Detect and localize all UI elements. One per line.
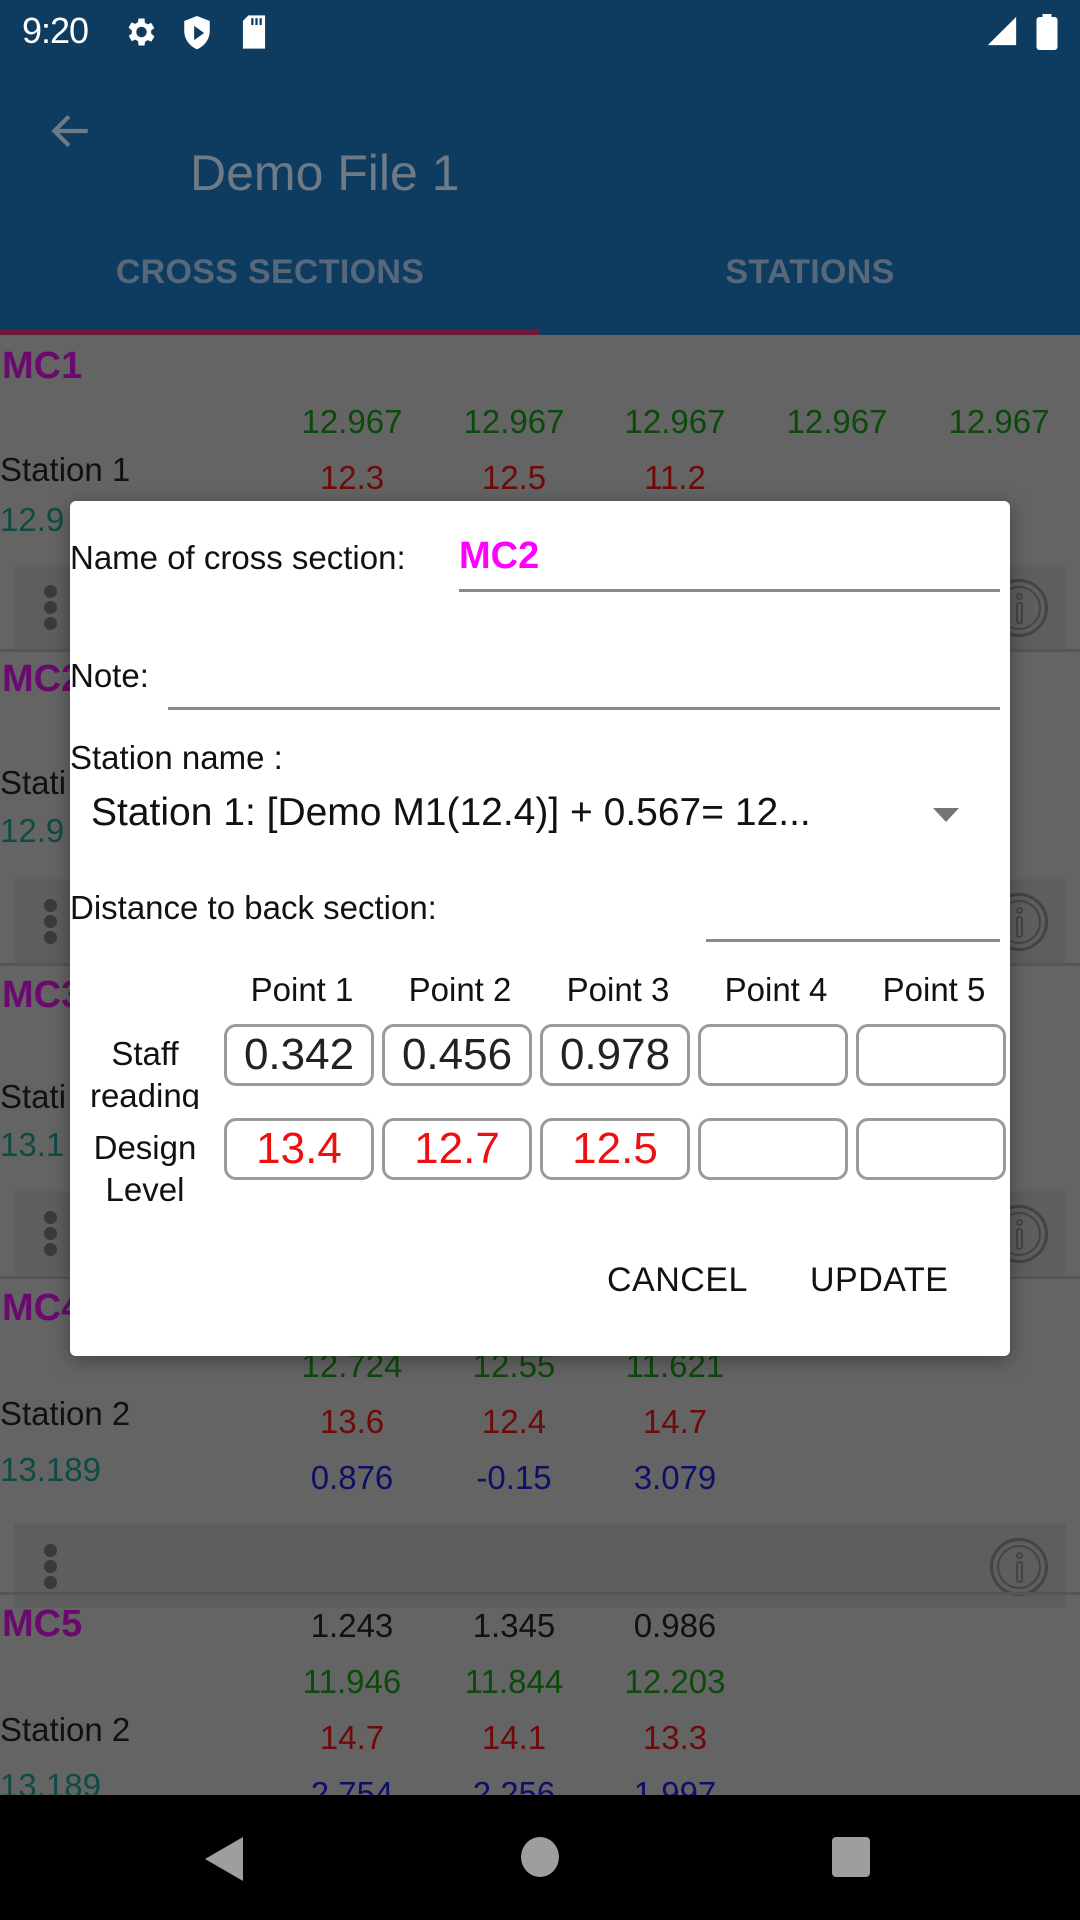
nav-home-icon[interactable]: [521, 1837, 559, 1877]
label-line: Staff: [111, 1035, 179, 1072]
design-level-label: Design Level: [70, 1127, 220, 1211]
design-level-input[interactable]: [856, 1118, 1006, 1180]
divider: [0, 1592, 1080, 1595]
label-line: reading: [89, 1077, 201, 1109]
station-dropdown[interactable]: Station 1: [Demo M1(12.4)] + 0.567= 12..…: [91, 791, 811, 835]
sd-card-icon: [242, 15, 266, 49]
station-name: Station 2: [0, 1711, 131, 1748]
value: 14.7: [642, 1403, 708, 1440]
more-vert-icon[interactable]: [44, 585, 58, 631]
section-name: MC1: [2, 345, 83, 387]
status-time: 9:20: [22, 10, 89, 51]
value: 12.967: [948, 403, 1050, 440]
design-level-input[interactable]: 12.5: [540, 1118, 690, 1180]
nav-recents-icon[interactable]: [832, 1837, 870, 1877]
staff-reading-input[interactable]: [698, 1024, 848, 1086]
value: 1.345: [472, 1607, 556, 1644]
note-label: Note:: [70, 657, 149, 694]
staff-reading-input[interactable]: 0.978: [540, 1024, 690, 1086]
status-bar: 9:20: [0, 0, 1080, 63]
value: 12.967: [301, 403, 403, 440]
value: -0.15: [476, 1459, 552, 1496]
design-level-input[interactable]: [698, 1118, 848, 1180]
station-elevation: 12.9: [0, 812, 65, 849]
value: 12.203: [624, 1663, 726, 1700]
point-header: Point 1: [250, 971, 354, 1008]
system-nav-bar: [0, 1795, 1080, 1920]
value: 11.946: [302, 1663, 402, 1700]
point-header: Point 5: [882, 971, 986, 1008]
station-name: Stati: [0, 764, 67, 801]
more-vert-icon[interactable]: [44, 1211, 58, 1257]
staff-reading-label: Staff reading: [70, 1033, 220, 1109]
more-vert-icon[interactable]: [44, 899, 58, 945]
name-field-underline: [459, 589, 1000, 592]
value: 11.844: [464, 1663, 564, 1700]
station-name: Station 1: [0, 451, 131, 488]
value: 14.7: [319, 1719, 385, 1756]
point-header: Point 4: [724, 971, 828, 1008]
card-footer: [14, 1524, 1066, 1608]
value: 12.5: [481, 459, 547, 496]
station-elevation: 13.189: [0, 1451, 101, 1488]
station-name: Stati: [0, 1078, 67, 1115]
staff-reading-input[interactable]: 0.456: [382, 1024, 532, 1086]
tab-stations[interactable]: STATIONS: [540, 210, 1080, 335]
station-elevation: 13.1: [0, 1126, 65, 1163]
name-label: Name of cross section:: [70, 539, 406, 576]
shield-play-icon: [184, 16, 210, 50]
station-elevation: 13.189: [0, 1767, 101, 1795]
value: 0.876: [310, 1459, 394, 1496]
note-field[interactable]: [168, 707, 1000, 710]
distance-field[interactable]: [706, 939, 1000, 942]
value: 12.4: [481, 1403, 547, 1440]
value: 12.967: [463, 403, 565, 440]
value: 12.3: [319, 459, 385, 496]
edit-cross-section-dialog: Name of cross section: MC2 Note: Station…: [70, 501, 1010, 1356]
name-field[interactable]: MC2: [459, 535, 539, 578]
value: 3.079: [633, 1459, 717, 1496]
update-button[interactable]: UPDATE: [810, 1261, 948, 1300]
value: 1.997: [633, 1775, 717, 1795]
tab-cross-sections[interactable]: CROSS SECTIONS: [0, 210, 540, 335]
design-level-input[interactable]: 13.4: [224, 1118, 374, 1180]
tab-bar: CROSS SECTIONS STATIONS: [0, 210, 1080, 335]
value: 14.1: [481, 1719, 547, 1756]
value: 12.967: [624, 403, 726, 440]
value: 13.3: [642, 1719, 708, 1756]
point-header: Point 2: [408, 971, 512, 1008]
value: 11.2: [644, 459, 706, 496]
station-elevation: 12.9: [0, 501, 65, 538]
arrow-left-icon[interactable]: [46, 106, 96, 156]
value: 13.6: [319, 1403, 385, 1440]
staff-reading-input[interactable]: 0.342: [224, 1024, 374, 1086]
info-icon[interactable]: [990, 1538, 1048, 1596]
label-line: Level: [105, 1171, 185, 1208]
value: 2.256: [472, 1775, 556, 1795]
nav-back-icon[interactable]: [205, 1837, 243, 1881]
design-level-input[interactable]: 12.7: [382, 1118, 532, 1180]
station-label: Station name :: [70, 739, 283, 776]
battery-icon: [1036, 14, 1058, 50]
staff-reading-input[interactable]: [856, 1024, 1006, 1086]
point-header: Point 3: [566, 971, 670, 1008]
page-title: Demo File 1: [190, 145, 460, 201]
cancel-button[interactable]: CANCEL: [607, 1261, 748, 1300]
station-name: Station 2: [0, 1395, 131, 1432]
section-name: MC5: [2, 1603, 83, 1645]
signal-icon: [987, 16, 1017, 46]
value: 1.243: [310, 1607, 394, 1644]
label-line: Design: [93, 1129, 197, 1166]
more-vert-icon[interactable]: [44, 1544, 58, 1590]
value: 12.967: [786, 403, 888, 440]
value: 2.754: [310, 1775, 394, 1795]
gear-icon: [128, 18, 155, 46]
distance-label: Distance to back section:: [70, 889, 437, 926]
dropdown-arrow-icon[interactable]: [933, 808, 959, 822]
value: 0.986: [633, 1607, 717, 1644]
